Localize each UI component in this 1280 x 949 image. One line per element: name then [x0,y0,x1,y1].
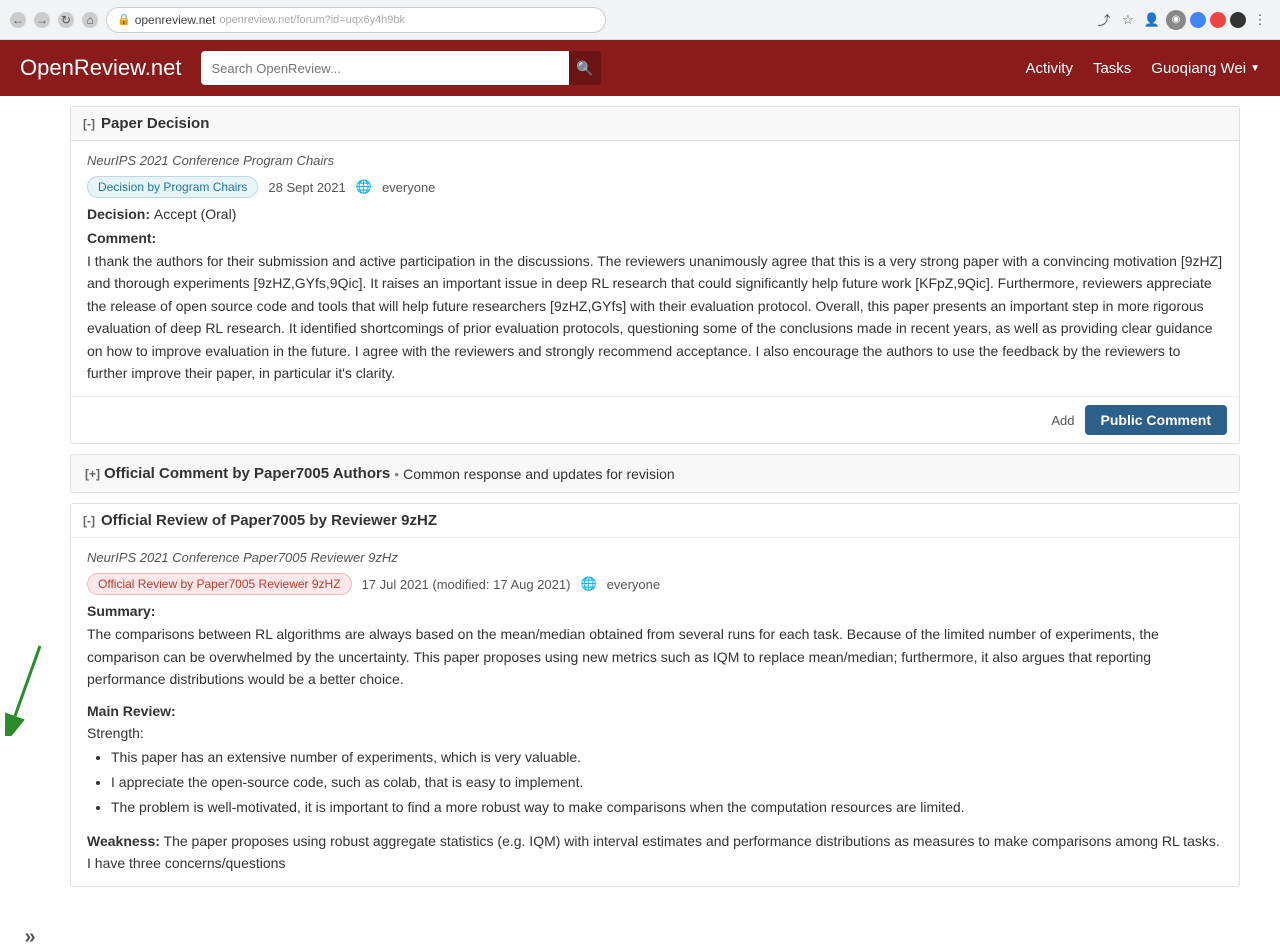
url-text: openreview.net [135,13,216,27]
browser-chrome: ← → ↻ ⌂ 🔒 openreview.net openreview.net/… [0,0,1280,40]
paper-decision-date: 28 Sept 2021 [268,180,345,195]
double-chevron-icon[interactable]: » [24,926,35,949]
paper-decision-header: [-] Paper Decision [71,107,1239,141]
url-path: openreview.net/forum?id=uqx6y4h9bk [219,14,405,26]
globe-icon-review: 🌐 [580,576,596,592]
review-meta: Official Review by Paper7005 Reviewer 9z… [87,573,1223,595]
decision-field-label: Decision: Accept (Oral) [87,206,1223,222]
review-body: NeurIPS 2021 Conference Paper7005 Review… [71,538,1239,886]
page-content: » [-] Paper Decision NeurIPS 2021 Confer… [0,96,1280,949]
address-bar[interactable]: 🔒 openreview.net openreview.net/forum?id… [106,7,606,33]
globe-icon-decision: 🌐 [356,179,372,195]
add-label: Add [1051,413,1074,428]
paper-decision-title: Paper Decision [101,115,209,132]
paper-decision-author: NeurIPS 2021 Conference Program Chairs [87,153,1223,168]
back-button[interactable]: ← [10,12,26,28]
strength-label: Strength: [87,725,1223,741]
review-date: 17 Jul 2021 (modified: 17 Aug 2021) [362,577,571,592]
extension-icon3[interactable] [1210,12,1226,28]
bookmark-icon[interactable]: ☆ [1118,10,1138,30]
summary-label: Summary: [87,603,1223,619]
separator: • [394,466,399,482]
review-badge[interactable]: Official Review by Paper7005 Reviewer 9z… [87,573,352,595]
lock-icon: 🔒 [117,13,131,26]
paper-decision-body: NeurIPS 2021 Conference Program Chairs D… [71,141,1239,396]
paper-decision-audience: everyone [382,180,435,195]
arrow-sidebar: » [0,96,60,949]
official-review-section: [-] Official Review of Paper7005 by Revi… [70,503,1240,887]
profile-icon[interactable]: 👤 [1142,10,1162,30]
browser-toolbar-icons: ⤴ ☆ 👤 ◉ ⋮ [1094,10,1270,30]
public-comment-button[interactable]: Public Comment [1085,405,1227,435]
decision-badge[interactable]: Decision by Program Chairs [87,176,258,198]
comment-field-label: Comment: [87,230,1223,246]
official-comment-title: Official Comment by Paper7005 Authors [104,465,390,482]
extension-icon2[interactable] [1190,12,1206,28]
nav-links: Activity Tasks Guoqiang Wei ▼ [1025,60,1260,77]
extension-icon4[interactable] [1230,12,1246,28]
strength-item-2: I appreciate the open-source code, such … [111,772,1223,793]
green-arrow-icon [0,636,60,736]
search-input[interactable] [201,51,568,85]
weakness-section: Weakness: The paper proposes using robus… [87,830,1223,875]
search-button[interactable]: 🔍 [569,51,602,85]
review-audience: everyone [607,577,660,592]
user-name: Guoqiang Wei [1151,60,1246,77]
activity-link[interactable]: Activity [1025,60,1073,77]
paper-decision-section: [-] Paper Decision NeurIPS 2021 Conferen… [70,106,1240,444]
menu-icon[interactable]: ⋮ [1250,10,1270,30]
review-author: NeurIPS 2021 Conference Paper7005 Review… [87,550,1223,565]
logo-main: OpenReview [20,55,145,80]
site-logo[interactable]: OpenReview.net [20,55,181,81]
weakness-text: The paper proposes using robust aggregat… [87,833,1220,871]
logo-suffix: .net [145,55,182,80]
main-review-label: Main Review: [87,703,1223,719]
weakness-label: Weakness: [87,833,160,849]
paper-decision-toggle[interactable]: [-] [83,117,95,131]
strength-item-1: This paper has an extensive number of ex… [111,747,1223,768]
reload-button[interactable]: ↻ [58,12,74,28]
share-icon[interactable]: ⤴ [1094,10,1114,30]
strength-list: This paper has an extensive number of ex… [111,747,1223,818]
official-comment-toggle[interactable]: [+] [85,467,100,481]
summary-text: The comparisons between RL algorithms ar… [87,623,1223,690]
comment-text: I thank the authors for their submission… [87,250,1223,384]
home-button[interactable]: ⌂ [82,12,98,28]
paper-decision-meta: Decision by Program Chairs 28 Sept 2021 … [87,176,1223,198]
action-bar: Add Public Comment [71,396,1239,443]
user-dropdown-arrow: ▼ [1250,63,1260,74]
official-comment-subtitle: Common response and updates for revision [403,466,675,482]
review-title: Official Review of Paper7005 by Reviewer… [101,512,437,529]
top-navigation: OpenReview.net 🔍 Activity Tasks Guoqiang… [0,40,1280,96]
official-comment-section[interactable]: [+] Official Comment by Paper7005 Author… [70,454,1240,493]
extension-icon1[interactable]: ◉ [1166,10,1186,30]
decision-field-value: Accept (Oral) [154,206,236,222]
tasks-link[interactable]: Tasks [1093,60,1131,77]
review-toggle[interactable]: [-] [83,514,95,528]
user-menu[interactable]: Guoqiang Wei ▼ [1151,60,1260,77]
search-bar[interactable]: 🔍 [201,51,601,85]
review-header: [-] Official Review of Paper7005 by Revi… [71,504,1239,538]
main-content-area: [-] Paper Decision NeurIPS 2021 Conferen… [60,96,1260,949]
forward-button[interactable]: → [34,12,50,28]
